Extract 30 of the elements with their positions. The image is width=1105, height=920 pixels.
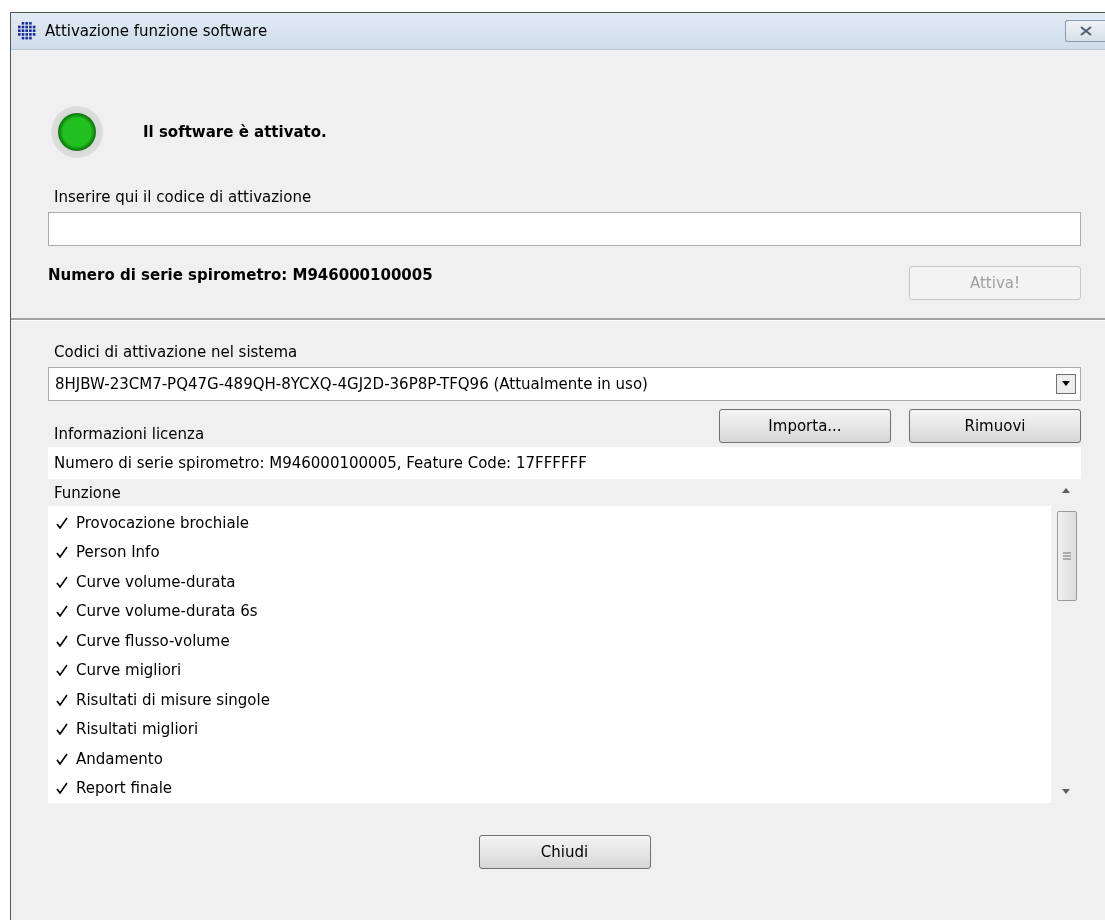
function-item[interactable]: Curve volume-durata 6s [76,602,258,621]
window-title: Attivazione funzione software [45,22,269,40]
activation-code-dropdown[interactable]: 8HJBW-23CM7-PQ47G-489QH-8YCXQ-4GJ2D-36P8P-TFQ96 (Attualmente in uso) [48,367,1081,401]
close-dialog-button[interactable]: Chiudi [478,835,651,869]
field-label: Inserire qui il codice di attivazione [54,188,313,206]
scroll-down-icon[interactable] [1061,789,1071,795]
section-label: Informazioni licenza [54,425,205,443]
remove-button[interactable]: Rimuovi [909,409,1081,443]
function-item[interactable]: Risultati migliori [76,720,199,739]
function-item[interactable]: Andamento [76,749,163,768]
function-item[interactable]: Curve volume-durata [76,572,236,591]
function-item[interactable]: Person Info [76,543,160,562]
status-text: Il software è attivato. [143,123,327,141]
field-label: Codici di attivazione nel sistema [54,343,299,361]
license-info-text: Numero di serie spirometro: M946000100005, Feature Code: 17FFFFFF [48,447,1081,479]
import-button[interactable]: Importa... [719,409,891,443]
function-item[interactable]: Curve flusso-volume [76,631,230,650]
close-icon [1079,26,1092,36]
scroll-thumb[interactable] [1057,511,1077,601]
scroll-up-icon[interactable] [1061,487,1071,493]
app-logo-icon [17,21,37,41]
function-item[interactable]: Report finale [76,779,173,798]
function-item[interactable]: Provocazione brochiale [76,513,250,532]
activation-code-field[interactable] [48,212,1081,246]
function-item[interactable]: Risultati di misure singole [76,690,270,709]
close-button[interactable] [1065,20,1105,42]
function-item[interactable]: Curve migliori [76,661,182,680]
serial-number-text: Numero di serie spirometro: M946000100005 [48,266,433,284]
dropdown-value: 8HJBW-23CM7-PQ47G-489QH-8YCXQ-4GJ2D-36P8P-TFQ96 (Attualmente in uso) [55,375,649,393]
grip-icon [1063,552,1071,560]
